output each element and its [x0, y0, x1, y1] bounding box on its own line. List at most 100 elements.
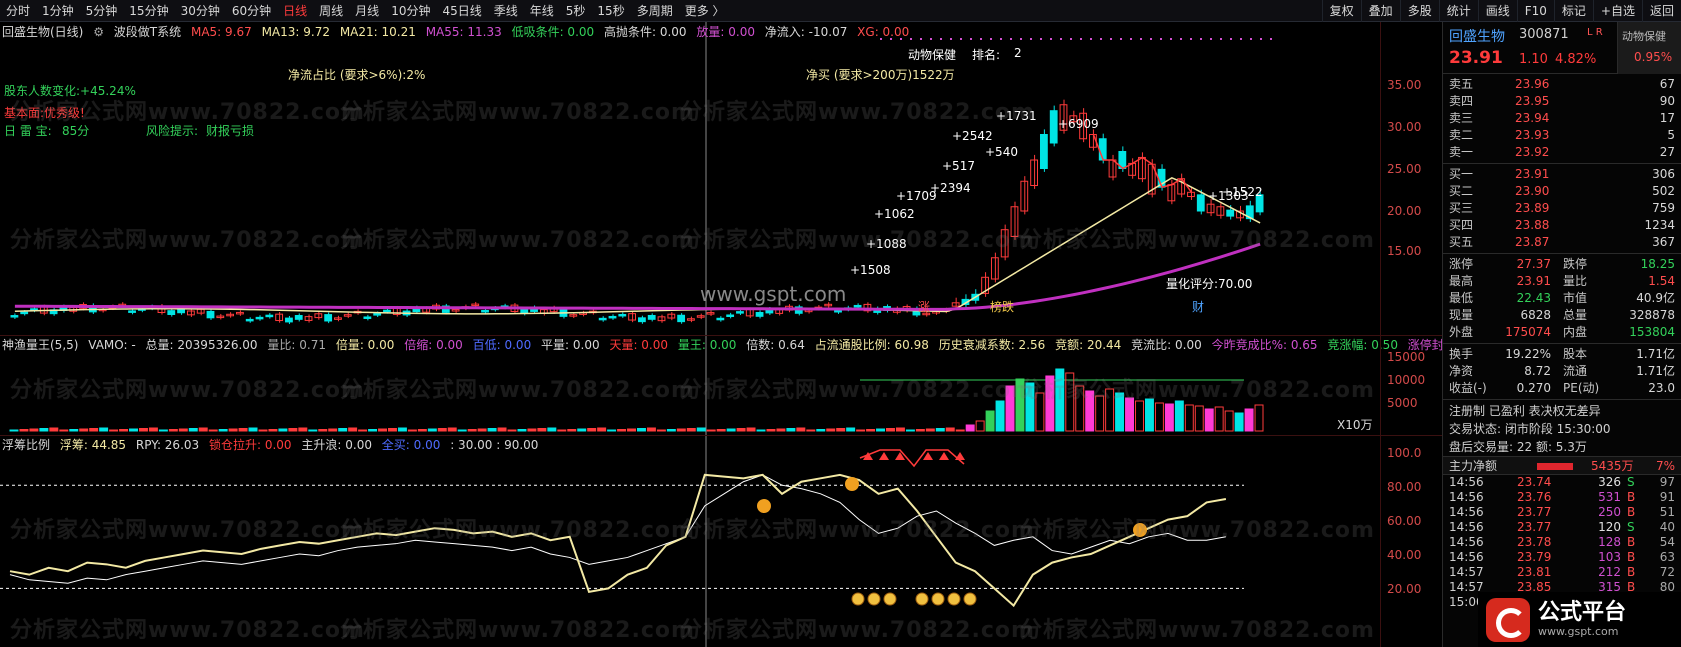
- stock-name[interactable]: 回盛生物: [1449, 26, 1505, 46]
- toolbar-button[interactable]: 多股: [1400, 0, 1439, 22]
- toolbar-button[interactable]: 返回: [1642, 0, 1681, 22]
- buy-point-marker: [845, 477, 859, 491]
- volume-bar: [458, 430, 466, 431]
- volume-bar: [1006, 386, 1014, 431]
- timeframe-tab[interactable]: 多周期: [631, 0, 679, 22]
- net-ratio-annotation: 净流占比 (要求>6%):2%: [288, 66, 425, 83]
- vol-flat: 平量: 0.00: [541, 338, 600, 352]
- timeframe-tab[interactable]: 5分钟: [80, 0, 124, 22]
- tick-volume: 250: [1581, 505, 1621, 520]
- volume-bar: [667, 430, 675, 432]
- timeframe-tab[interactable]: 45日线: [436, 0, 487, 22]
- volume-bar: [379, 429, 387, 431]
- trade-state: 交易状态: 闭市阶段 15:30:00: [1443, 420, 1681, 438]
- vol-shrink: 倍缩: 0.00: [404, 338, 463, 352]
- toolbar-button[interactable]: 统计: [1439, 0, 1478, 22]
- rank-label: 排名:: [972, 46, 1000, 63]
- timeframe-tab[interactable]: 15秒: [591, 0, 630, 22]
- tick-time: 14:56: [1449, 520, 1484, 535]
- toolbar-button[interactable]: 叠加: [1361, 0, 1400, 22]
- timeframe-tab[interactable]: 10分钟: [385, 0, 436, 22]
- volume-bar: [418, 430, 426, 432]
- kline-yaxis: 35.00 30.00 25.00 20.00 15.00: [1380, 22, 1442, 335]
- volume-bar: [528, 429, 536, 431]
- current-price: 23.91: [1449, 48, 1503, 68]
- float-chip-panel[interactable]: 浮筹比例 浮筹: 44.85 RPY: 26.03 锁仓拉升: 0.00 主升浪…: [0, 435, 1442, 647]
- stat-label: 外盘: [1449, 324, 1473, 341]
- stat-value: 1.71亿: [1636, 346, 1675, 363]
- toolbar-button[interactable]: 复权: [1322, 0, 1361, 22]
- y-tick-label: 35.00: [1387, 78, 1421, 92]
- tick-count: 72: [1660, 565, 1675, 580]
- toolbar-button[interactable]: 画线: [1478, 0, 1517, 22]
- orderbook-volume: 367: [1652, 234, 1675, 251]
- volume-bar: [369, 430, 377, 432]
- candle-body: [286, 318, 293, 322]
- score-value: 85分: [62, 122, 89, 139]
- volume-bar: [448, 428, 456, 431]
- main-flow-pct: 7%: [1656, 457, 1675, 476]
- float-chip-canvas[interactable]: [0, 436, 1380, 647]
- price-change-pct: 4.82%: [1555, 52, 1596, 67]
- timeframe-tab[interactable]: 15分钟: [123, 0, 174, 22]
- timeframe-tab[interactable]: 日线: [277, 0, 313, 22]
- volume-bar: [926, 429, 934, 431]
- orderbook-price: 23.92: [1515, 144, 1549, 161]
- timeframe-tab[interactable]: 1分钟: [36, 0, 80, 22]
- signal-dot: [1140, 38, 1142, 40]
- timeframe-tab[interactable]: 更多 〉: [679, 0, 731, 22]
- money-bag-marker: [868, 593, 880, 605]
- volume-yaxis: 15000 10000 5000 X10万: [1380, 336, 1442, 435]
- kline-panel[interactable]: +1062 +1709 +2394 +2542 +517 +540 +1088 +1508 +1…: [0, 22, 1442, 335]
- signal-dot: [1110, 38, 1112, 40]
- stat-label: 收益(-): [1449, 380, 1487, 397]
- toolbar-button[interactable]: 标记: [1554, 0, 1593, 22]
- osc-levels: : 30.00 : 90.00: [450, 438, 538, 452]
- timeframe-tab[interactable]: 60分钟: [226, 0, 277, 22]
- vol-title: 神渔量王(5,5): [2, 338, 78, 352]
- volume-bar: [1036, 393, 1044, 431]
- timeframe-tab[interactable]: 5秒: [560, 0, 592, 22]
- candle-body: [129, 311, 136, 313]
- timeframe-tab[interactable]: 月线: [349, 0, 385, 22]
- volume-bar: [1255, 405, 1263, 431]
- candle-body: [21, 312, 28, 314]
- concept-badge[interactable]: 动物保健 0.95%: [1617, 22, 1681, 74]
- risk-label: 风险提示:: [146, 122, 198, 139]
- volume-bar: [50, 428, 58, 431]
- toolbar-button[interactable]: +自选: [1593, 0, 1642, 22]
- quote-panel: 回盛生物 300871 L R 23.91 1.10 4.82% 动物保健 0.…: [1442, 22, 1681, 647]
- timeframe-tab[interactable]: 季线: [488, 0, 524, 22]
- orderbook-divider: [1443, 163, 1681, 164]
- tick-volume: 531: [1581, 490, 1621, 505]
- timeframe-tab[interactable]: 分时: [0, 0, 36, 22]
- volume-bar: [538, 429, 546, 432]
- stock-tag: L R: [1587, 27, 1603, 38]
- vol-king: 量王: 0.00: [678, 338, 737, 352]
- vol-float: 占流通股比例: 60.98: [815, 338, 929, 352]
- gear-icon[interactable]: ⚙: [93, 25, 104, 39]
- timeframe-tab[interactable]: 年线: [524, 0, 560, 22]
- timeframe-tab[interactable]: 周线: [313, 0, 349, 22]
- signal-dot: [980, 38, 982, 40]
- candle-body: [599, 318, 606, 320]
- volume-bar: [309, 430, 317, 431]
- chart-area[interactable]: +1062 +1709 +2394 +2542 +517 +540 +1088 +1508 +1…: [0, 22, 1442, 647]
- signal-dot: [1100, 38, 1102, 40]
- timeframe-tab[interactable]: 30分钟: [175, 0, 226, 22]
- stat-label: 总量: [1563, 307, 1587, 324]
- candle-body: [325, 315, 332, 321]
- volume-bar: [428, 429, 436, 431]
- volume-bar: [20, 430, 28, 432]
- concept-pct: 0.95%: [1634, 50, 1672, 64]
- price-change: 1.10: [1519, 52, 1548, 67]
- orderbook-volume: 67: [1660, 76, 1675, 93]
- vol-decay: 历史衰减系数: 2.56: [939, 338, 1046, 352]
- signal-dot: [990, 38, 992, 40]
- toolbar-button[interactable]: F10: [1517, 0, 1554, 22]
- indicator-system[interactable]: 波段做T系统: [114, 25, 181, 39]
- volume-bar: [1116, 393, 1124, 431]
- tick-count: 51: [1660, 505, 1675, 520]
- volume-panel[interactable]: 神渔量王(5,5) VAMO: - 总量: 20395326.00 量比: 0.…: [0, 335, 1442, 435]
- volume-bar: [388, 429, 396, 432]
